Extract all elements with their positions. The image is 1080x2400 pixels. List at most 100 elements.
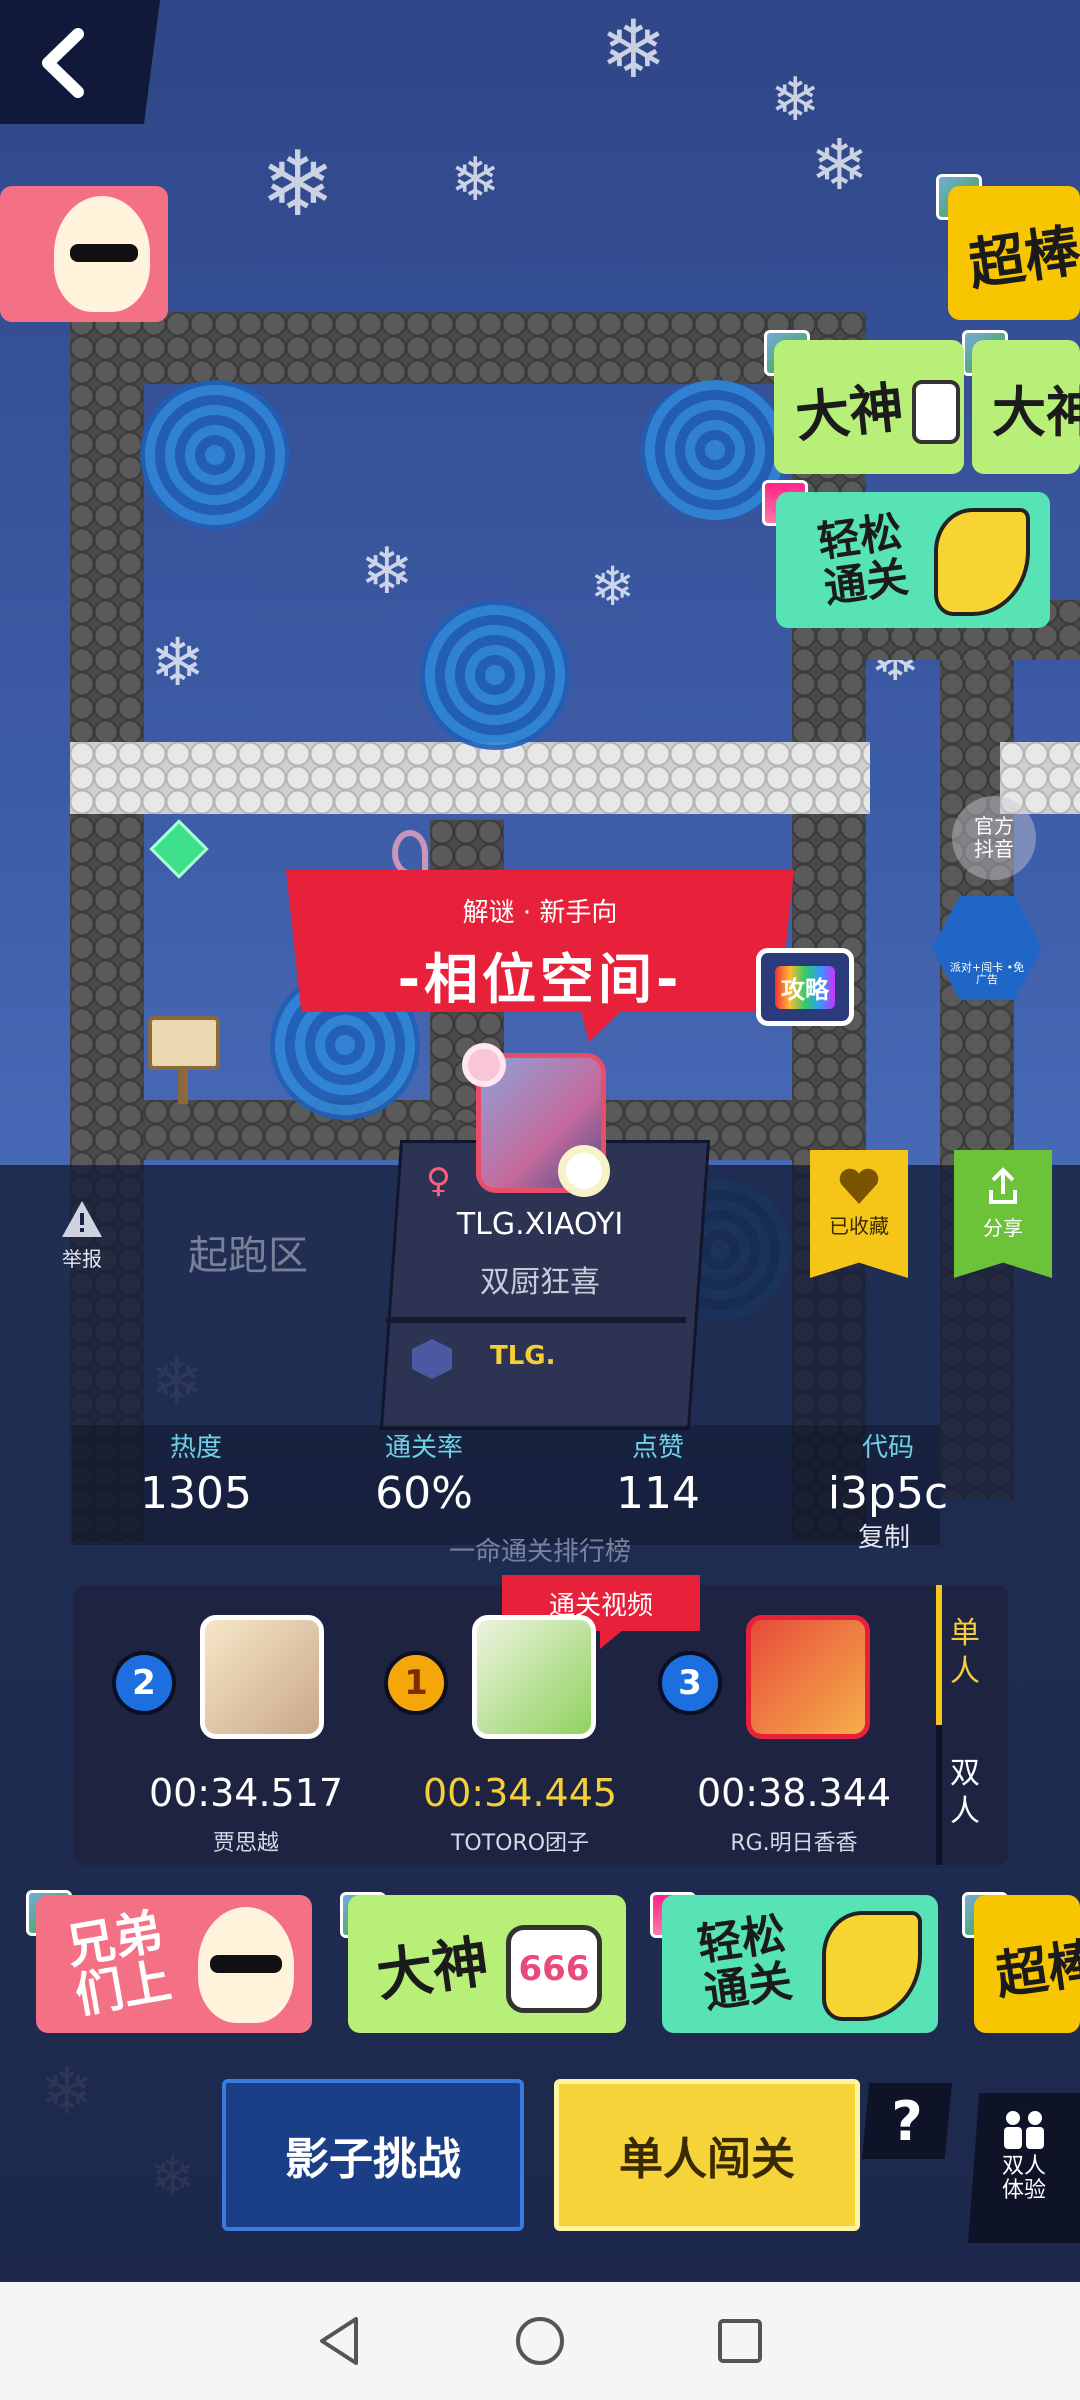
666-text: 666 (518, 1949, 590, 1989)
chevron-left-icon (42, 28, 84, 98)
strategy-label: 攻略 (775, 965, 835, 1009)
snowflake-icon: ❄ (600, 3, 668, 96)
gender-icon: ♀ (426, 1161, 451, 1201)
music-note-icon (392, 830, 428, 876)
strategy-button[interactable]: 攻略 (756, 948, 854, 1026)
signpost-pole (178, 1068, 188, 1104)
666-tag-icon: 666 (506, 1925, 602, 2013)
rank-number: 3 (678, 1663, 702, 1703)
sticker-awesome[interactable]: 超棒 (948, 186, 1080, 320)
report-label: 举报 (62, 1247, 102, 1271)
sunglasses-icon (210, 1955, 282, 1973)
duo-trial-button[interactable]: 双人 体验 (968, 2093, 1080, 2243)
sticker-text: 兄弟 们上 (62, 1903, 176, 2025)
tab-indicator (936, 1585, 942, 1725)
favorite-button[interactable]: 已收藏 (810, 1150, 908, 1278)
stat-label: 点赞 (631, 1433, 684, 1463)
sticker-text: 大神 (792, 375, 907, 449)
rank-number: 2 (132, 1663, 156, 1703)
rank-avatar[interactable] (472, 1615, 596, 1739)
duo-trial-label: 双人 体验 (1001, 2154, 1046, 2204)
banana-icon (934, 508, 1030, 616)
rank-badge-2: 2 (112, 1651, 176, 1715)
sticker-text: 轻松 通关 (814, 506, 912, 613)
shadow-challenge-button[interactable]: 影子挑战 (222, 2079, 524, 2231)
stat-value: 114 (616, 1468, 700, 1519)
sticker-text: 轻松 通关 (694, 1907, 796, 2019)
report-button[interactable]: 举报 (52, 1199, 112, 1272)
help-button[interactable]: ? (862, 2083, 952, 2159)
sticker-awesome[interactable]: 超棒 (974, 1895, 1080, 2033)
sticker-master[interactable]: 大神 (774, 340, 964, 474)
tab-duo[interactable]: 双人 (950, 1755, 996, 1830)
spiral-portal (420, 600, 570, 750)
rank-avatar[interactable] (746, 1615, 870, 1739)
tab-single[interactable]: 单人 (950, 1615, 996, 1690)
share-button[interactable]: 分享 (954, 1150, 1052, 1278)
heart-icon (839, 1168, 879, 1204)
share-label: 分享 (983, 1216, 1023, 1240)
spiral-portal (140, 380, 290, 530)
sticker-text: 超棒 (964, 217, 1080, 298)
stat-code[interactable]: 代码 i3p5c (788, 1427, 988, 1519)
stat-value: 1305 (140, 1468, 252, 1519)
stat-heat: 热度 1305 (96, 1427, 296, 1519)
back-button[interactable] (0, 0, 160, 124)
author-name: TLG.XIAOYI (456, 1207, 624, 1242)
stat-value: i3p5c (827, 1468, 949, 1519)
sticker-easy-clear[interactable]: 轻松 通关 (662, 1895, 938, 2033)
rank-name: 贾思越 (212, 1831, 279, 1856)
flower-decoration (462, 1043, 506, 1087)
level-info-panel: 举报 起跑区 ♀ TLG.XIAOYI 双厨狂喜 TLG. 已收藏 分享 热度 … (0, 1043, 1080, 2282)
sticker-master[interactable]: 大神 666 (348, 1895, 626, 2033)
promo-badge-text: 派对+闯卡 •免广告 (949, 960, 1025, 986)
two-people-icon (1004, 2111, 1044, 2149)
stat-clear-rate: 通关率 60% (324, 1427, 524, 1519)
rank-name: TOTORO团子 (450, 1831, 590, 1856)
sticker-bunny-phone[interactable] (0, 186, 168, 322)
rank-name: RG.明日香香 (730, 1831, 858, 1856)
666-tag-icon (912, 380, 960, 444)
stat-value: 60% (375, 1468, 473, 1519)
snowflake-icon: ❄ (150, 624, 206, 701)
sticker-easy-clear[interactable]: 轻松 通关 (776, 492, 1050, 628)
rank-time: 00:34.445 (422, 1771, 618, 1815)
copy-button[interactable]: 复制 (858, 1517, 910, 1554)
snowflake-icon: ❄ (810, 124, 869, 206)
leaderboard-title: 一命通关排行榜 (448, 1537, 631, 1567)
level-title: -相位空间- (397, 948, 683, 1011)
home-circle-icon[interactable] (512, 2313, 568, 2369)
gem-icon (149, 819, 209, 879)
flower-decoration (558, 1145, 610, 1197)
sticker-bros-go[interactable]: 兄弟 们上 (36, 1895, 312, 2033)
rank-number: 1 (404, 1663, 428, 1703)
recents-square-icon[interactable] (712, 2313, 768, 2369)
banner-tail (580, 1008, 624, 1042)
stat-label: 通关率 (384, 1433, 463, 1463)
single-play-label: 单人闯关 (619, 2134, 795, 2185)
rank-badge-3: 3 (658, 1651, 722, 1715)
sunglasses-icon (70, 244, 138, 262)
official-douyin-button[interactable]: 官方 抖音 (952, 796, 1036, 880)
snowflake-icon: ❄ (360, 535, 414, 609)
brick-wall (70, 312, 860, 384)
author-subtitle: 双厨狂喜 (480, 1265, 600, 1300)
warning-icon (62, 1201, 102, 1237)
back-triangle-icon[interactable] (312, 2313, 368, 2369)
level-tags: 解谜 · 新手向 (462, 898, 618, 928)
shadow-challenge-label: 影子挑战 (285, 2134, 461, 2185)
snowflake-icon: ❄ (450, 145, 501, 215)
sticker-master[interactable]: 大神 (972, 340, 1080, 474)
banana-icon (822, 1911, 922, 2021)
single-play-button[interactable]: 单人闯关 (554, 2079, 860, 2231)
system-nav-bar (0, 2282, 1080, 2400)
card-divider (386, 1317, 686, 1323)
signpost-icon (148, 1016, 220, 1070)
snowflake-icon: ❄ (260, 132, 336, 237)
level-banner: 解谜 · 新手向 -相位空间- (286, 870, 794, 1012)
team-name: TLG. (490, 1341, 556, 1371)
sticker-text: 大神 (992, 380, 1080, 444)
rank-badge-1: 1 (384, 1651, 448, 1715)
ice-platform (70, 742, 870, 814)
rank-avatar[interactable] (200, 1615, 324, 1739)
